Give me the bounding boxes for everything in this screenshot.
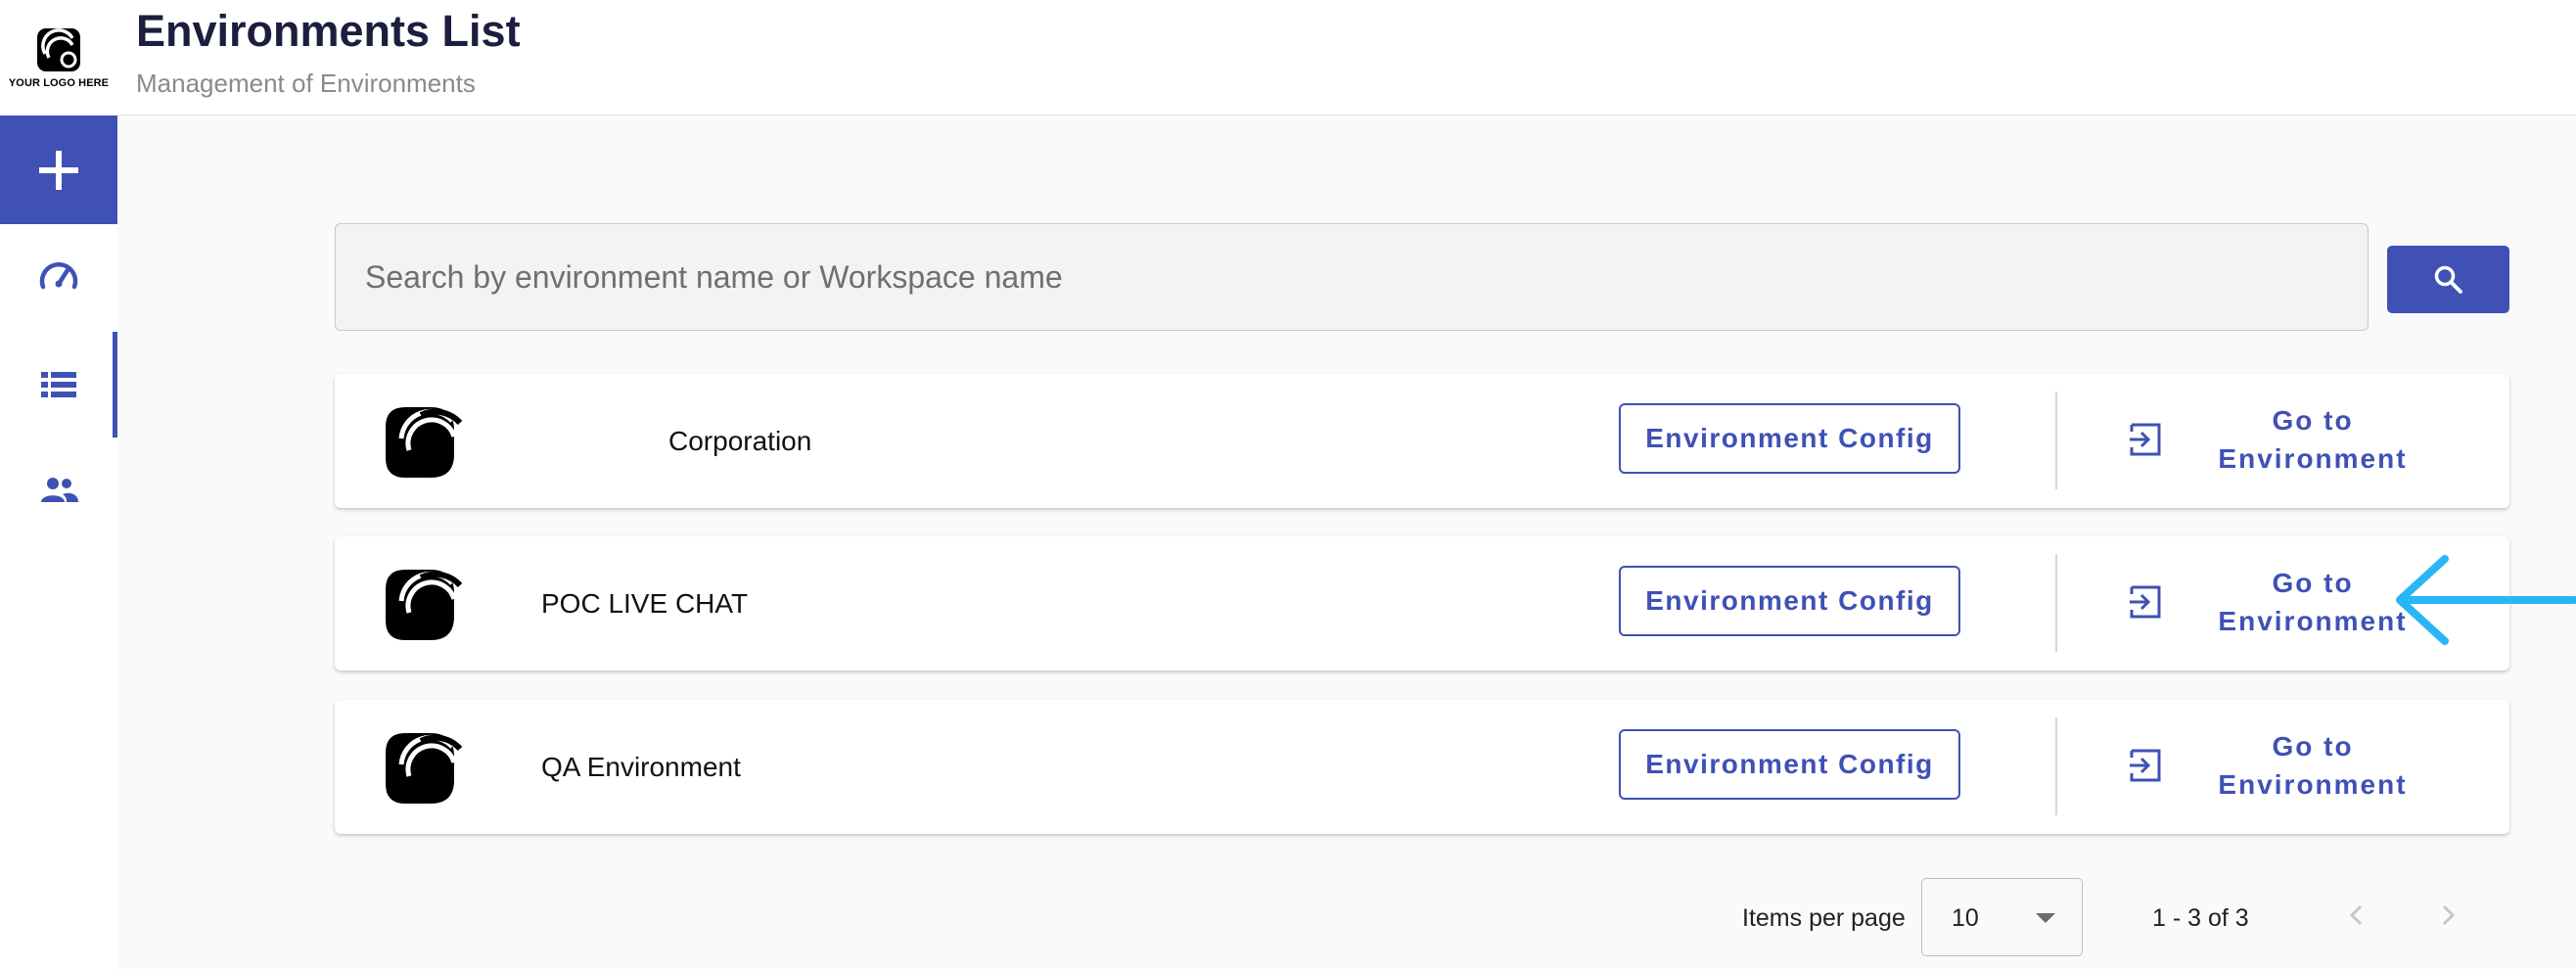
- chevron-right-icon: [2442, 904, 2456, 926]
- annotation-arrow-icon: [2396, 555, 2576, 645]
- page-range-label: 1 - 3 of 3: [2152, 904, 2249, 932]
- go-to-environment-label: Go to Environment: [2218, 731, 2408, 800]
- nav-item-environments-list[interactable]: [0, 332, 117, 438]
- add-environment-button[interactable]: [0, 115, 117, 224]
- login-icon: [2130, 585, 2161, 619]
- brand-logo-icon: [37, 28, 80, 71]
- environment-name: QA Environment: [541, 751, 741, 782]
- environment-name: Corporation: [668, 425, 812, 456]
- brand-logo[interactable]: YOUR LOGO HERE: [0, 0, 117, 115]
- caret-down-icon: [2036, 913, 2055, 923]
- environment-config-button[interactable]: Environment Config: [1619, 566, 1960, 636]
- environment-card: POC LIVE CHAT Environment Config Go to E…: [335, 536, 2509, 670]
- environment-config-button[interactable]: Environment Config: [1619, 403, 1960, 474]
- environment-logo-icon: [386, 570, 463, 640]
- side-rail: YOUR LOGO HERE: [0, 0, 117, 969]
- page-size-value: 10: [1952, 904, 1979, 932]
- list-icon: [41, 372, 76, 397]
- go-to-environment-label: Go to Environment: [2218, 405, 2408, 474]
- brand-logo-text: YOUR LOGO HERE: [8, 77, 110, 89]
- next-page-button[interactable]: [2428, 896, 2467, 935]
- search-field[interactable]: [335, 223, 2369, 331]
- plus-icon: [39, 150, 78, 190]
- nav-item-dashboard[interactable]: [0, 224, 117, 330]
- previous-page-button[interactable]: [2337, 896, 2376, 935]
- card-divider: [2055, 392, 2057, 489]
- search-input[interactable]: [365, 224, 2368, 330]
- card-divider: [2055, 717, 2057, 815]
- page-header: Environments List Management of Environm…: [117, 0, 2576, 115]
- card-divider: [2055, 554, 2057, 652]
- environment-name: POC LIVE CHAT: [541, 587, 749, 619]
- speedometer-icon: [39, 262, 78, 290]
- page-size-select[interactable]: 10: [1921, 878, 2083, 956]
- page-subtitle: Management of Environments: [136, 69, 476, 98]
- environment-config-button[interactable]: Environment Config: [1619, 729, 1960, 800]
- login-icon: [2130, 749, 2161, 782]
- environment-logo-icon: [386, 407, 463, 478]
- nav-item-users[interactable]: [0, 438, 117, 543]
- people-icon: [41, 478, 78, 502]
- page-title: Environments List: [136, 6, 521, 56]
- environment-card: Corporation Environment Config Go to Env…: [335, 374, 2509, 508]
- items-per-page-label: Items per page: [1742, 904, 1906, 932]
- search-icon: [2434, 265, 2462, 294]
- search-button[interactable]: [2387, 246, 2509, 313]
- login-icon: [2130, 423, 2161, 456]
- go-to-environment-button[interactable]: Go to Environment: [2116, 714, 2449, 817]
- environment-logo-icon: [386, 733, 463, 804]
- go-to-environment-button[interactable]: Go to Environment: [2116, 388, 2449, 491]
- environment-card: QA Environment Environment Config Go to …: [335, 700, 2509, 834]
- chevron-left-icon: [2349, 904, 2363, 926]
